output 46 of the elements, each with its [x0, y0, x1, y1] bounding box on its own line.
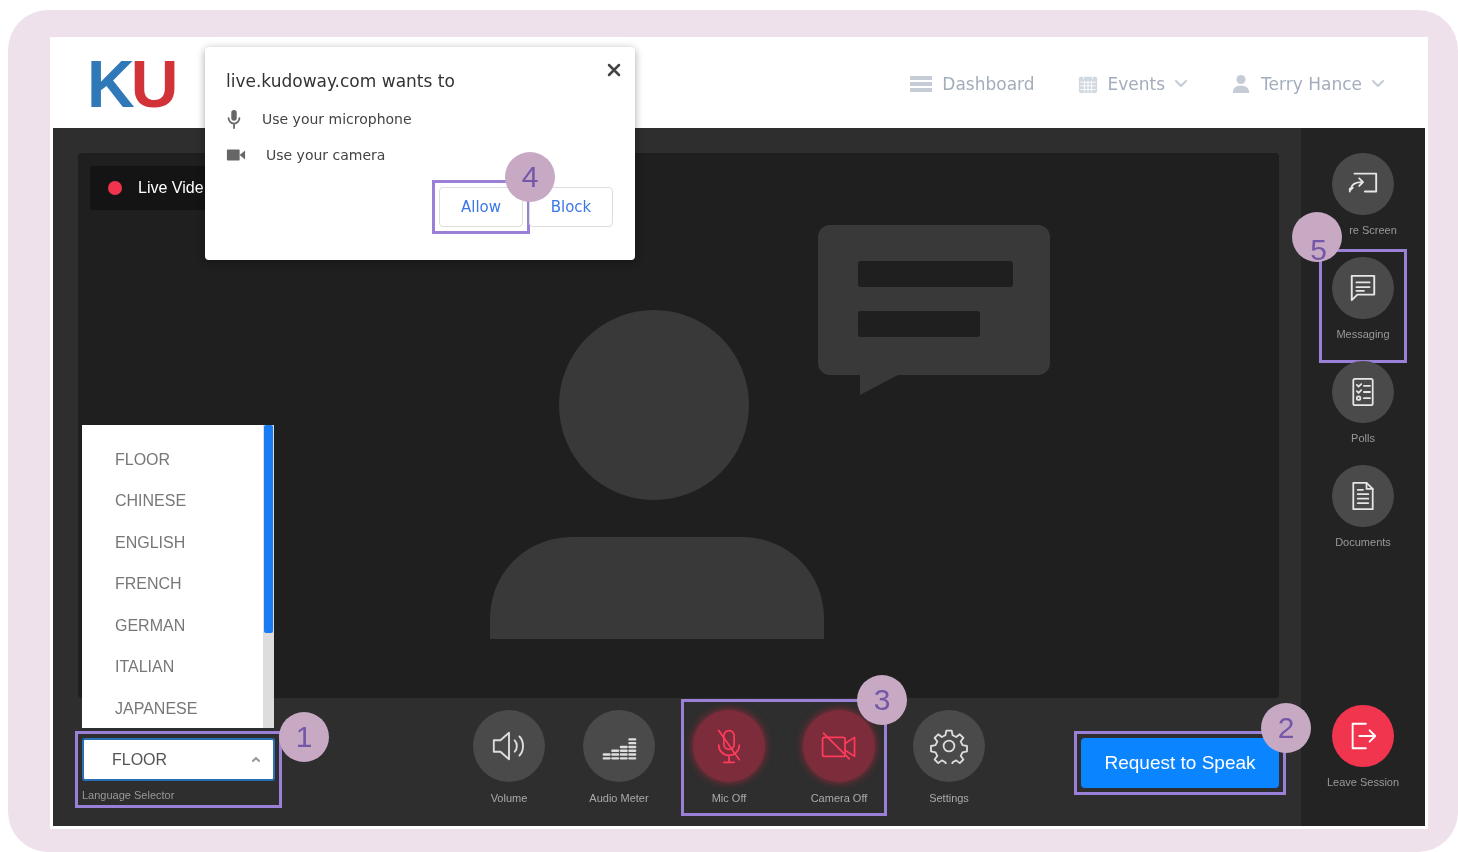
camera-button[interactable] [803, 710, 875, 782]
volume-label: Volume [490, 792, 528, 804]
polls-label: Polls [1351, 432, 1375, 444]
calendar-icon [1076, 74, 1099, 94]
chevron-up-icon [251, 756, 261, 763]
live-label: Live Vide [138, 179, 204, 197]
meter-label: Audio Meter [589, 792, 649, 804]
language-option[interactable]: ENGLISH [115, 520, 186, 562]
language-option[interactable]: ITALIAN [115, 644, 175, 686]
scrollbar-thumb[interactable] [264, 425, 273, 633]
step-number-badge: 1 [279, 712, 329, 762]
nav-link[interactable]: Dashboard [909, 74, 1035, 94]
microphone-icon [226, 109, 242, 129]
language-selector-caption: Language Selector [82, 789, 176, 801]
mic-button[interactable] [693, 710, 765, 782]
chevron-down-icon [1174, 79, 1189, 89]
camera-label: Camera Off [810, 792, 868, 804]
leave-session-label: Leave Session [1326, 776, 1400, 788]
settings-icon [929, 728, 969, 764]
chat-bubble-icon [818, 225, 1050, 395]
language-select[interactable]: FLOOR [82, 738, 275, 781]
language-option[interactable]: FRENCH [115, 561, 182, 603]
share-label: re Screen [1349, 224, 1397, 236]
server-icon [909, 74, 934, 94]
messaging-label: Messaging [1336, 328, 1390, 340]
language-option[interactable]: JAPANESE [115, 686, 198, 728]
close-icon [607, 63, 621, 77]
nav-link[interactable]: Terry Hance [1230, 74, 1385, 94]
documents-label: Documents [1335, 536, 1391, 548]
language-option[interactable]: CHINESE [115, 478, 187, 520]
video-camera-icon [226, 148, 246, 162]
recording-dot-icon [108, 181, 122, 195]
dialog-title: live.kudoway.com wants to [226, 71, 456, 91]
permission-text: Use your microphone [262, 111, 412, 127]
request-to-speak-button[interactable]: Request to Speak [1081, 738, 1279, 788]
settings-label: Settings [929, 792, 969, 804]
language-option[interactable]: GERMAN [115, 603, 186, 645]
mic-label: Mic Off [711, 792, 747, 804]
language-option[interactable]: FLOOR [115, 437, 171, 479]
dialog-button[interactable]: Block [529, 187, 613, 227]
permission-text: Use your camera [266, 147, 386, 163]
nav-link[interactable]: Events [1076, 74, 1189, 94]
dialog-button[interactable]: Allow [439, 187, 523, 227]
logo: KU [87, 46, 175, 122]
step-number-badge: 5 [1292, 212, 1342, 262]
chevron-down-icon [1371, 79, 1385, 89]
